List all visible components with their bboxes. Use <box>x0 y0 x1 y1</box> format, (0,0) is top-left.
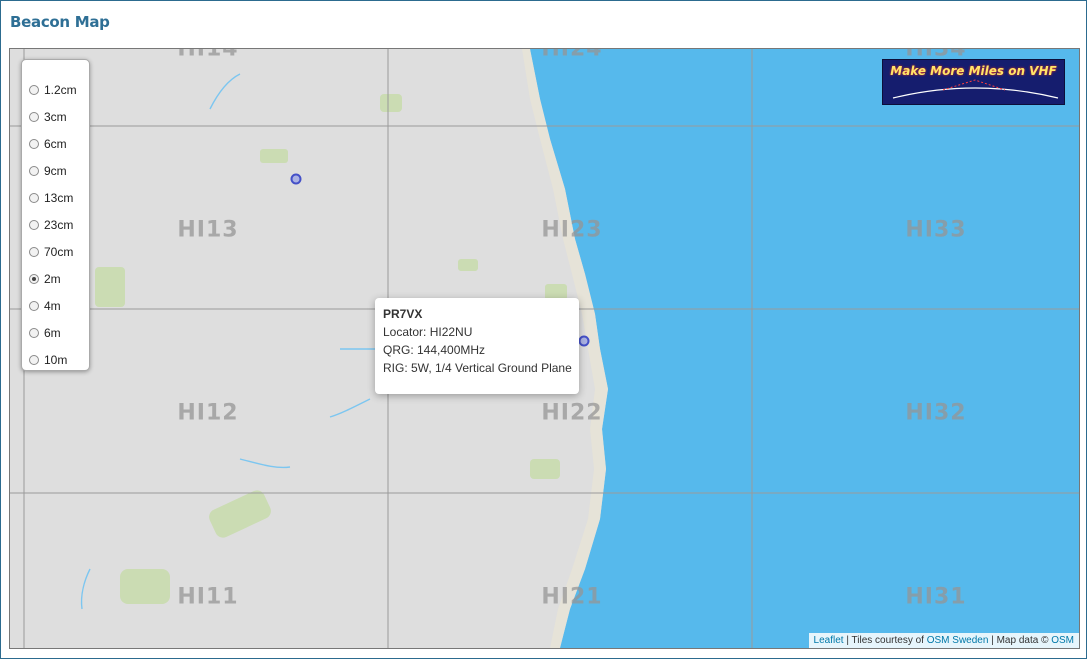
radio-icon[interactable] <box>29 139 39 149</box>
radio-icon[interactable] <box>29 247 39 257</box>
band-label: 6m <box>44 326 61 340</box>
beacon-marker-pr7vx[interactable] <box>578 335 590 347</box>
band-label: 4m <box>44 299 61 313</box>
band-label: 13cm <box>44 191 74 205</box>
beacon-popup: PR7VX Locator: HI22NU QRG: 144,400MHz RI… <box>375 298 579 394</box>
band-option-1-2cm[interactable]: 1.2cm <box>29 79 77 101</box>
grid-label-hi33: HI33 <box>905 217 967 243</box>
grid-label-hi13: HI13 <box>177 217 239 243</box>
band-option-4m[interactable]: 4m <box>29 295 61 317</box>
band-option-9cm[interactable]: 9cm <box>29 160 67 182</box>
map-attribution: Leaflet | Tiles courtesy of OSM Sweden |… <box>808 633 1079 648</box>
radio-checked-icon[interactable] <box>29 274 39 284</box>
band-layer-control: 1.2cm 3cm 6cm 9cm 13cm 23cm 70cm 2m 4m 6… <box>21 59 90 371</box>
grid-label-hi32: HI32 <box>905 400 967 426</box>
radio-icon[interactable] <box>29 166 39 176</box>
grid-label-hi23: HI23 <box>541 217 603 243</box>
radio-icon[interactable] <box>29 220 39 230</box>
grid-label-hi24: HI24 <box>541 48 603 62</box>
band-label: 6cm <box>44 137 67 151</box>
beacon-map-panel: Beacon Map HI14 HI24 HI34 HI13 HI23 HI33… <box>0 0 1087 659</box>
radio-icon[interactable] <box>29 193 39 203</box>
panel-title: Beacon Map <box>10 13 110 31</box>
banner-arc-icon <box>892 79 1059 99</box>
band-option-10m[interactable]: 10m <box>29 349 67 371</box>
band-option-3cm[interactable]: 3cm <box>29 106 67 128</box>
popup-rig: RIG: 5W, 1/4 Vertical Ground Plane <box>383 361 572 375</box>
band-option-6m[interactable]: 6m <box>29 322 61 344</box>
band-label: 2m <box>44 272 61 286</box>
grid-label-hi21: HI21 <box>541 584 603 610</box>
vhf-banner-logo[interactable]: Make More Miles on VHF <box>882 59 1065 105</box>
osm-sweden-link[interactable]: OSM Sweden <box>927 635 989 646</box>
band-label: 3cm <box>44 110 67 124</box>
popup-qrg: QRG: 144,400MHz <box>383 343 486 357</box>
band-label: 70cm <box>44 245 74 259</box>
osm-link[interactable]: OSM <box>1051 635 1074 646</box>
leaflet-link[interactable]: Leaflet <box>814 635 844 646</box>
band-label: 1.2cm <box>44 83 77 97</box>
radio-icon[interactable] <box>29 328 39 338</box>
band-option-23cm[interactable]: 23cm <box>29 214 73 236</box>
grid-label-hi22: HI22 <box>541 400 603 426</box>
attribution-text: | Map data © <box>988 635 1052 646</box>
popup-locator: Locator: HI22NU <box>383 325 473 339</box>
grid-label-hi12: HI12 <box>177 400 239 426</box>
beacon-marker[interactable] <box>290 173 302 185</box>
grid-label-hi11: HI11 <box>177 584 239 610</box>
band-option-2m[interactable]: 2m <box>29 268 61 290</box>
map-view[interactable]: HI14 HI24 HI34 HI13 HI23 HI33 HI12 HI22 … <box>9 48 1080 649</box>
radio-icon[interactable] <box>29 85 39 95</box>
attribution-text: | Tiles courtesy of <box>843 635 927 646</box>
band-option-13cm[interactable]: 13cm <box>29 187 73 209</box>
radio-icon[interactable] <box>29 301 39 311</box>
grid-label-hi31: HI31 <box>905 584 967 610</box>
radio-icon[interactable] <box>29 112 39 122</box>
band-option-70cm[interactable]: 70cm <box>29 241 73 263</box>
grid-label-hi14: HI14 <box>177 48 239 62</box>
band-label: 23cm <box>44 218 74 232</box>
band-label: 10m <box>44 353 68 367</box>
band-label: 9cm <box>44 164 67 178</box>
radio-icon[interactable] <box>29 355 39 365</box>
popup-callsign: PR7VX <box>383 307 423 321</box>
band-option-6cm[interactable]: 6cm <box>29 133 67 155</box>
